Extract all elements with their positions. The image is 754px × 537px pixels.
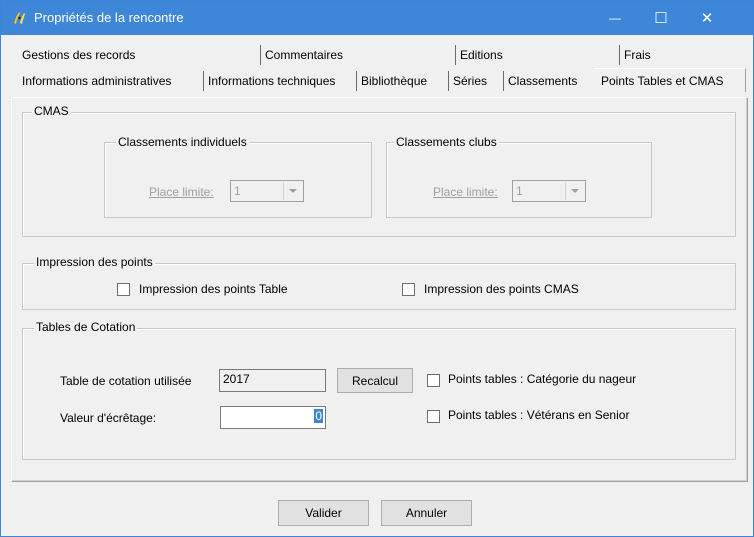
tab-commentaires[interactable]: Commentaires [260, 45, 455, 65]
title-bar[interactable]: Propriétés de la rencontre — ☐ ✕ [1, 1, 753, 35]
impression-points-table-label: Impression des points Table [139, 282, 288, 296]
tab-label: Séries [453, 74, 488, 88]
tab-strip: Gestions des records Commentaires Editio… [9, 39, 753, 97]
impression-points-cmas-label: Impression des points CMAS [424, 282, 579, 296]
categorie-nageur-checkbox[interactable] [427, 374, 440, 387]
place-limite-clubs-select[interactable]: 1 [512, 180, 586, 202]
tab-label: Gestions des records [22, 48, 136, 62]
window-title: Propriétés de la rencontre [34, 10, 184, 25]
veterans-senior-label: Points tables : Vétérans en Senior [448, 408, 630, 422]
tab-informations-administratives[interactable]: Informations administratives [18, 71, 203, 91]
place-limite-individuels-value: 1 [234, 184, 241, 198]
tab-classements[interactable]: Classements [503, 71, 593, 91]
tables-cotation-legend: Tables de Cotation [34, 320, 138, 334]
classements-individuels-legend: Classements individuels [116, 135, 249, 149]
annuler-button[interactable]: Annuler [381, 500, 472, 526]
impression-points-legend: Impression des points [34, 255, 155, 269]
tab-label: Informations techniques [208, 74, 336, 88]
table-cotation-field: 2017 [219, 369, 326, 392]
valeur-ecretage-value: 0 [314, 409, 323, 423]
classements-clubs-legend: Classements clubs [394, 135, 499, 149]
tab-bibliotheque[interactable]: Bibliothèque [356, 71, 448, 91]
maximize-icon: ☐ [654, 10, 668, 27]
valeur-ecretage-input[interactable]: 0 [220, 406, 326, 429]
tab-frais[interactable]: Frais [619, 45, 753, 65]
tab-label: Frais [624, 48, 651, 62]
tab-label: Commentaires [265, 48, 344, 62]
tab-label: Informations administratives [22, 74, 172, 88]
table-cotation-label: Table de cotation utilisée [60, 374, 192, 388]
place-limite-clubs-label: Place limite: [433, 185, 498, 199]
tab-informations-techniques[interactable]: Informations techniques [203, 71, 356, 91]
tab-label: Bibliothèque [361, 74, 428, 88]
tab-label: Points Tables et CMAS [601, 74, 724, 88]
place-limite-individuels-select[interactable]: 1 [230, 180, 304, 202]
tab-panel-points-tables-et-cmas: CMAS Classements individuels Place limit… [11, 97, 748, 482]
minimize-button[interactable]: — [592, 1, 638, 35]
chevron-down-icon [283, 182, 302, 200]
valeur-ecretage-text: Valeur d'écrêtage: [60, 411, 157, 425]
maximize-button[interactable]: ☐ [638, 1, 684, 35]
categorie-nageur-label: Points tables : Catégorie du nageur [448, 372, 637, 386]
cmas-legend: CMAS [32, 104, 71, 118]
place-limite-individuels-label: Place limite: [149, 185, 214, 199]
recalcul-button[interactable]: Recalcul [337, 368, 413, 393]
tab-label: Editions [460, 48, 503, 62]
minimize-icon: — [609, 11, 621, 25]
tab-points-tables-et-cmas[interactable]: Points Tables et CMAS [594, 68, 746, 92]
tab-gestions-des-records[interactable]: Gestions des records [18, 45, 260, 65]
tables-cotation-group [22, 328, 736, 460]
close-button[interactable]: ✕ [684, 1, 730, 35]
valider-button[interactable]: Valider [278, 500, 369, 526]
app-icon [14, 12, 25, 24]
impression-points-cmas-checkbox[interactable] [402, 283, 415, 296]
close-icon: ✕ [700, 10, 714, 27]
tab-editions[interactable]: Editions [455, 45, 619, 65]
tab-label: Classements [508, 74, 578, 88]
valeur-ecretage-label: Valeur d'écrêtage: [60, 411, 156, 425]
impression-points-table-checkbox[interactable] [117, 283, 130, 296]
chevron-down-icon [565, 182, 584, 200]
tab-series[interactable]: Séries [448, 71, 503, 91]
place-limite-clubs-value: 1 [516, 184, 523, 198]
veterans-senior-checkbox[interactable] [427, 410, 440, 423]
properties-dialog: Propriétés de la rencontre — ☐ ✕ Gestion… [0, 0, 754, 537]
